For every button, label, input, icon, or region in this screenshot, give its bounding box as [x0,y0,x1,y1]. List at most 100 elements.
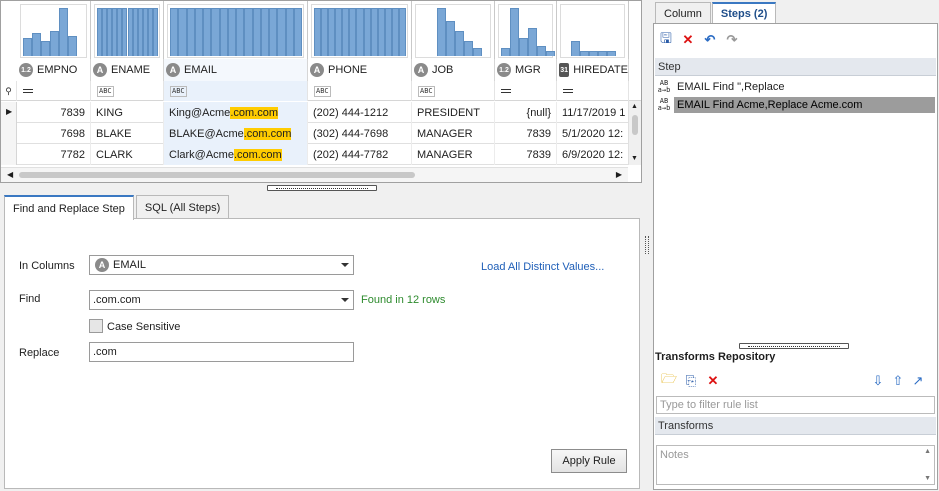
step-item-selected[interactable]: AB a→b EMAIL Find Acme,Replace Acme.com [656,96,935,114]
splitter-grip-icon[interactable] [267,184,377,191]
vertical-scroll-thumb[interactable] [632,115,638,135]
tab-find-and-replace-step[interactable]: Find and Replace Step [4,195,134,220]
table-row[interactable]: ▶ 7839 KING King@Acme .com.com (202) 444-1212… [1,102,641,123]
export-icon[interactable]: ⇧ [890,373,906,389]
cell-email[interactable]: BLAKE@Acme .com.com [164,123,308,144]
filter-cell-mgr[interactable] [495,81,557,101]
cell-mgr[interactable]: 7839 [495,123,557,144]
cell-hiredate[interactable]: 5/1/2020 12: [557,123,629,144]
histogram-mgr [495,1,557,59]
cell-job[interactable]: PRESIDENT [412,102,495,123]
chevron-down-icon[interactable] [341,263,349,267]
row-selector[interactable] [1,123,17,144]
step-item[interactable]: AB a→b EMAIL Find ",Replace [656,78,935,96]
import-icon[interactable]: ⇩ [870,373,886,389]
cell-ename[interactable]: CLARK [91,144,164,165]
table-row[interactable]: 7782 CLARK Clark@Acme .com.com (202) 444-778… [1,144,641,165]
rule-filter-input[interactable]: Type to filter rule list [656,396,935,414]
open-folder-icon[interactable]: 🗁 [661,371,677,389]
apply-rule-button[interactable]: Apply Rule [551,449,627,473]
row-selector[interactable]: ▶ [1,102,17,123]
histogram-bar [152,8,158,56]
cell-email[interactable]: Clark@Acme .com.com [164,144,308,165]
filter-cell-ename[interactable]: ABC [91,81,164,101]
column-header-email[interactable]: A EMAIL [164,59,308,81]
filter-cell-phone[interactable]: ABC [308,81,412,101]
histogram-bar [23,38,32,56]
redo-icon[interactable]: ↷ [724,32,740,48]
tab-sql-all-steps[interactable]: SQL (All Steps) [135,195,230,219]
column-header-phone[interactable]: A PHONE [308,59,412,81]
chevron-down-icon[interactable] [341,298,349,302]
splitter-grip-icon[interactable] [739,342,849,349]
cell-empno[interactable]: 7782 [17,144,91,165]
load-distinct-values-link[interactable]: Load All Distinct Values... [481,261,604,273]
column-header-empno[interactable]: 1.2 EMPNO [17,59,91,81]
tab-column[interactable]: Column [655,2,711,24]
cell-mgr[interactable]: {null} [495,102,557,123]
filter-cell-job[interactable]: ABC [412,81,495,101]
tab-label: Steps (2) [720,8,768,20]
histogram-bar [580,51,589,56]
column-header-job[interactable]: A JOB [412,59,495,81]
number-type-icon: 1.2 [19,63,33,77]
add-rule-icon[interactable]: ⎘ [683,373,699,389]
vertical-scrollbar[interactable]: ▲ ▼ [628,101,641,165]
replace-input[interactable]: .com [89,342,354,362]
email-match-highlight: .com.com [233,148,282,161]
scroll-left-icon[interactable]: ◀ [7,170,13,179]
cell-hiredate[interactable]: 11/17/2019 1 [557,102,629,123]
horizontal-scrollbar[interactable]: ◀ ▶ [1,167,628,182]
delete-rule-icon[interactable]: ✕ [705,373,721,389]
save-steps-icon[interactable]: 🖫 [658,30,674,48]
steps-toolbar: 🖫 ✕ ↶ ↷ [658,30,740,48]
cell-job[interactable]: MANAGER [412,144,495,165]
row-selector[interactable] [1,144,17,165]
tab-steps[interactable]: Steps (2) [711,2,777,24]
data-grid[interactable]: 1.2 EMPNO A ENAME A EMAIL A PHONE A JOB 1.2 MGR 31 HI… [0,0,642,183]
filter-cell-empno[interactable] [17,81,91,101]
notes-textarea[interactable]: Notes ▲ ▼ [656,445,935,485]
horizontal-scroll-thumb[interactable] [19,172,415,178]
cell-empno[interactable]: 7839 [17,102,91,123]
bottom-tab-strip: Find and Replace Step SQL (All Steps) [4,195,231,220]
cell-mgr[interactable]: 7839 [495,144,557,165]
steps-repository-splitter[interactable] [734,342,854,349]
steps-panel: 🖫 ✕ ↶ ↷ Step AB a→b EMAIL Find ",Replace … [653,23,938,490]
scroll-right-icon[interactable]: ▶ [616,170,622,179]
table-row[interactable]: 7698 BLAKE BLAKE@Acme .com.com (302) 444-769… [1,123,641,144]
cell-phone[interactable]: (302) 444-7698 [308,123,412,144]
email-match-highlight: .com.com [243,127,292,140]
scroll-down-icon[interactable]: ▼ [631,155,639,163]
scroll-up-icon[interactable]: ▲ [924,448,931,455]
external-link-icon[interactable]: ↗ [910,373,926,389]
column-header-label: MGR [515,64,541,76]
column-header-ename[interactable]: A ENAME [91,59,164,81]
filter-cell-hiredate[interactable] [557,81,629,101]
vertical-splitter-grip-icon[interactable] [645,236,649,254]
filter-cell-email[interactable]: ABC [164,81,308,101]
cell-email[interactable]: King@Acme .com.com [164,102,308,123]
cell-phone[interactable]: (202) 444-7782 [308,144,412,165]
scroll-down-icon[interactable]: ▼ [924,475,931,482]
scroll-up-icon[interactable]: ▲ [631,103,639,111]
cell-ename[interactable]: BLAKE [91,123,164,144]
column-header-hiredate[interactable]: 31 HIREDATE [557,59,629,81]
column-header-mgr[interactable]: 1.2 MGR [495,59,557,81]
cell-ename[interactable]: KING [91,102,164,123]
histogram-ename [91,1,164,59]
in-columns-combo[interactable]: A EMAIL [89,255,354,275]
undo-icon[interactable]: ↶ [702,32,718,48]
cell-phone[interactable]: (202) 444-1212 [308,102,412,123]
grid-form-splitter[interactable] [262,184,382,191]
cell-job[interactable]: MANAGER [412,123,495,144]
histogram-bar [528,28,537,56]
histogram-bar [501,48,510,56]
case-sensitive-checkbox[interactable] [89,319,103,333]
histogram-frame [311,4,408,58]
cell-empno[interactable]: 7698 [17,123,91,144]
step-column-header: Step [655,58,936,76]
delete-icon[interactable]: ✕ [680,32,696,48]
find-combo[interactable]: .com.com [89,290,354,310]
cell-hiredate[interactable]: 6/9/2020 12: [557,144,629,165]
